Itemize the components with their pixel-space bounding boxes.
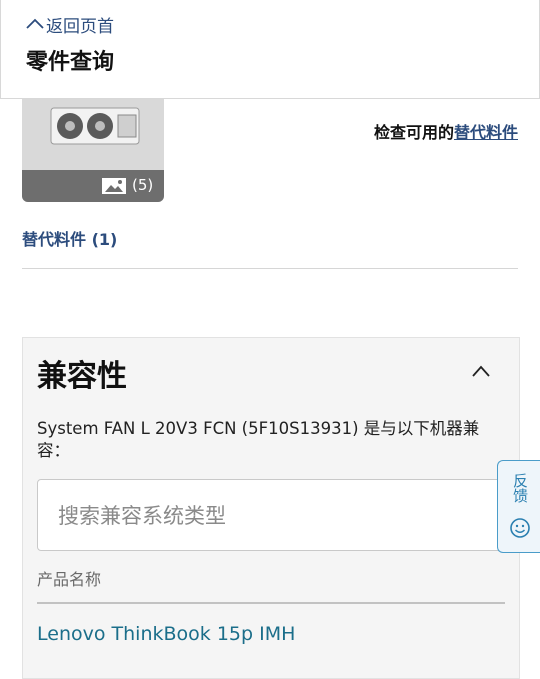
alternate-parts-link[interactable]: 替代料件: [454, 123, 518, 142]
column-divider: [37, 602, 505, 604]
image-count: (5): [132, 176, 154, 194]
chevron-up-icon: [26, 18, 44, 29]
chevron-up-icon[interactable]: [471, 364, 491, 378]
feedback-label: 反馈: [511, 473, 529, 503]
check-alternates-prefix: 检查可用的: [373, 123, 454, 142]
image-icon: [102, 178, 126, 194]
back-to-top-link[interactable]: 返回页首: [25, 12, 114, 37]
fan-part-image: [50, 107, 140, 145]
compatibility-description: System FAN L 20V3 FCN (5F10S13931) 是与以下机…: [37, 419, 480, 460]
compatibility-title: 兼容性: [37, 359, 127, 394]
compatibility-section: 兼容性 System FAN L 20V3 FCN (5F10S13931) 是…: [22, 337, 520, 679]
page-header: 返回页首 零件查询: [0, 0, 540, 99]
compatibility-search[interactable]: [37, 479, 519, 551]
alternate-parts-count-link[interactable]: 替代料件 (1): [22, 226, 117, 250]
compatibility-search-input[interactable]: [56, 500, 480, 532]
divider: [22, 268, 518, 269]
product-name-column-header: 产品名称: [37, 570, 102, 589]
compatible-product-link[interactable]: Lenovo ThinkBook 15p IMH: [37, 623, 295, 645]
smile-icon: [510, 518, 530, 538]
page-title: 零件查询: [26, 50, 115, 75]
part-image-gallery[interactable]: (5): [22, 99, 164, 202]
back-to-top-label: 返回页首: [46, 16, 114, 37]
image-count-bar: (5): [22, 170, 164, 202]
check-alternates: 检查可用的替代料件: [374, 119, 518, 143]
feedback-button[interactable]: 反馈: [497, 460, 540, 553]
